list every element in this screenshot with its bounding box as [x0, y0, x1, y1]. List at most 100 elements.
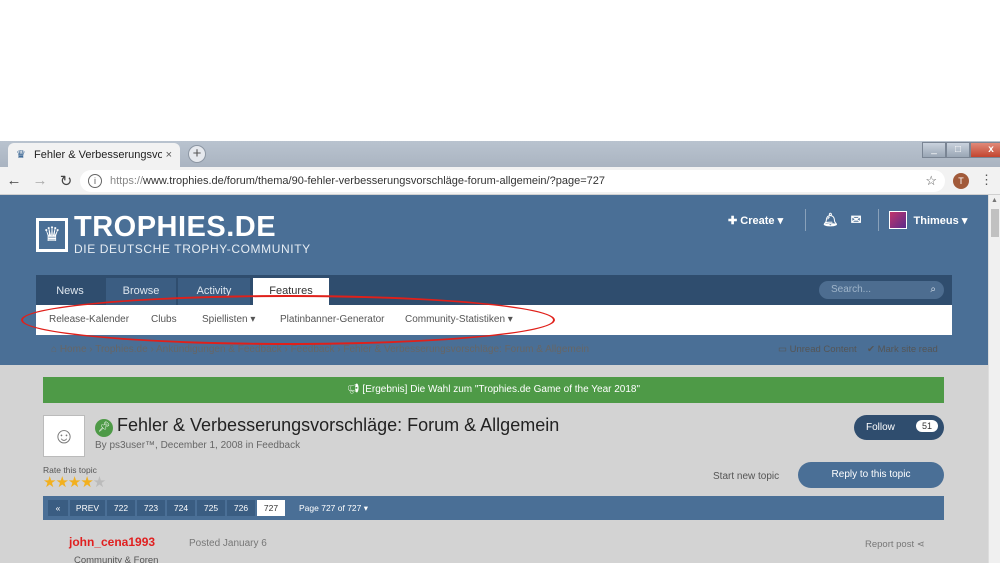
- prev-page-button[interactable]: PREV: [70, 500, 105, 516]
- tab-title: Fehler & Verbesserungsvorschläg: [34, 149, 162, 161]
- share-icon[interactable]: ⋖: [917, 539, 925, 550]
- breadcrumb-current: Fehler & Verbesserungsvorschläge: Forum …: [343, 344, 590, 355]
- subnav-community-statistiken[interactable]: Community-Statistiken ▾: [405, 305, 513, 335]
- topic-meta: By ps3user™, December 1, 2008 in Feedbac…: [95, 440, 301, 451]
- reload-icon[interactable]: ↻: [54, 172, 78, 190]
- half-star-icon: ★: [92, 474, 106, 491]
- logo-subtitle: DIE DEUTSCHE TROPHY-COMMUNITY: [74, 242, 311, 256]
- tab-news[interactable]: News: [36, 278, 104, 305]
- post-author[interactable]: john_cena1993: [69, 535, 155, 549]
- tab-activity[interactable]: Activity: [178, 278, 250, 305]
- url-prefix: https://: [110, 175, 144, 187]
- mark-site-read-link[interactable]: ✔ Mark site read: [867, 344, 938, 355]
- search-placeholder: Search...: [831, 284, 872, 295]
- breadcrumb-home[interactable]: Home: [60, 344, 87, 355]
- trophy-favicon-icon: ♛: [16, 149, 26, 161]
- post-date[interactable]: Posted January 6: [189, 538, 267, 549]
- menu-kebab-icon[interactable]: ⋮: [980, 172, 993, 188]
- site-viewport: ♛ TROPHIES.DE DIE DEUTSCHE TROPHY-COMMUN…: [0, 195, 988, 563]
- subnav-spiellisten[interactable]: Spiellisten ▾: [202, 305, 255, 335]
- window-controls: _ □ x: [922, 142, 1000, 158]
- create-label: Create: [740, 214, 775, 227]
- post-header: john_cena1993 Community & Foren Posted J…: [43, 528, 944, 563]
- follow-label: Follow: [866, 422, 895, 433]
- logo-title: TROPHIES.DE: [74, 211, 277, 243]
- report-label: Report post: [865, 539, 915, 550]
- current-page: 727: [257, 500, 285, 516]
- tab-close-icon[interactable]: ×: [166, 149, 172, 161]
- site-header: ♛ TROPHIES.DE DIE DEUTSCHE TROPHY-COMMUN…: [0, 195, 988, 365]
- start-new-topic-link[interactable]: Start new topic: [713, 471, 779, 482]
- create-button[interactable]: ✚ Create ▾: [728, 214, 783, 227]
- user-avatar[interactable]: [888, 211, 907, 229]
- divider: [805, 209, 807, 231]
- breadcrumb-trophies[interactable]: Trophies.de: [95, 344, 147, 355]
- rating-stars[interactable]: ★★★★★: [43, 473, 106, 491]
- tab-browse[interactable]: Browse: [106, 278, 176, 305]
- user-bar: ✚ Create ▾ 🔔︎ ✉ Thimeus ▾: [728, 209, 967, 231]
- page-info: Page 727 of 727: [299, 503, 362, 513]
- tab-features[interactable]: Features: [253, 278, 329, 305]
- follow-button[interactable]: Follow 51: [854, 415, 944, 440]
- profile-avatar[interactable]: T: [953, 173, 969, 189]
- page-link[interactable]: 723: [137, 500, 165, 516]
- first-page-button[interactable]: «: [48, 500, 68, 516]
- username: Thimeus: [913, 214, 959, 227]
- page-scrollbar[interactable]: ▲: [988, 195, 1000, 563]
- follow-count: 51: [915, 420, 938, 432]
- announcement-text: [Ergebnis] Die Wahl zum "Trophies.de Gam…: [362, 384, 641, 395]
- close-window-icon[interactable]: x: [970, 142, 1000, 158]
- unread-content-link[interactable]: ▭ Unread Content: [778, 344, 857, 355]
- forward-icon[interactable]: →: [28, 172, 52, 189]
- pagination: « PREV 722 723 724 725 726 727 Page 727 …: [43, 496, 944, 520]
- report-post-link[interactable]: Report post ⋖: [865, 539, 925, 550]
- megaphone-icon: 📢︎: [346, 384, 360, 395]
- username-menu[interactable]: Thimeus ▾: [914, 214, 968, 227]
- page-link[interactable]: 724: [167, 500, 195, 516]
- scroll-up-icon[interactable]: ▲: [991, 197, 998, 204]
- breadcrumb-feedback[interactable]: Feedback: [291, 344, 335, 355]
- back-icon[interactable]: ←: [2, 172, 26, 189]
- post-author-role: Community & Foren: [74, 555, 159, 563]
- subnav-spiellisten-label: Spiellisten: [202, 314, 248, 325]
- search-input[interactable]: Search... ⌕: [819, 281, 944, 299]
- topic-title: Fehler & Verbesserungsvorschläge: Forum …: [117, 415, 560, 435]
- maximize-icon[interactable]: □: [946, 142, 970, 158]
- breadcrumb: ⌂ Home › Trophies.de › Ankündigungen & F…: [51, 344, 590, 355]
- search-icon[interactable]: ⌕: [930, 281, 936, 299]
- envelope-icon[interactable]: ✉: [851, 212, 862, 228]
- bell-icon[interactable]: 🔔︎: [822, 212, 839, 228]
- page-link[interactable]: 726: [227, 500, 255, 516]
- site-logo[interactable]: ♛ TROPHIES.DE DIE DEUTSCHE TROPHY-COMMUN…: [36, 213, 311, 256]
- home-icon: ⌂: [51, 344, 58, 355]
- divider: [877, 209, 879, 231]
- browser-tabbar: ♛ Fehler & Verbesserungsvorschläg × +: [0, 141, 1000, 167]
- screenshot-root: ♛ Fehler & Verbesserungsvorschläg × + _ …: [0, 0, 1000, 563]
- subnav-community-label: Community-Statistiken: [405, 314, 506, 325]
- pin-icon: 📌︎: [95, 419, 113, 437]
- blank-area: [0, 0, 1000, 141]
- trophy-logo-icon: ♛: [36, 217, 68, 252]
- info-icon[interactable]: i: [88, 174, 102, 188]
- page-jump-dropdown[interactable]: Page 727 of 727 ▾: [299, 500, 368, 516]
- subnav-release-kalender[interactable]: Release-Kalender: [49, 305, 129, 335]
- topic-author-avatar[interactable]: ☺: [43, 415, 85, 457]
- browser-toolbar: ← → ↻ i https://www.trophies.de/forum/th…: [0, 167, 1000, 195]
- main-nav: News Browse Activity Features Search... …: [36, 275, 952, 305]
- breadcrumb-ankuendigungen[interactable]: Ankündigungen & Feedback: [156, 344, 282, 355]
- address-bar[interactable]: i https://www.trophies.de/forum/thema/90…: [80, 170, 945, 192]
- bookmark-star-icon[interactable]: ☆: [925, 173, 937, 189]
- announcement-banner[interactable]: 📢︎ [Ergebnis] Die Wahl zum "Trophies.de …: [43, 377, 944, 403]
- page-link[interactable]: 722: [107, 500, 135, 516]
- url-main: www.trophies.de/forum/thema/90-fehler-ve…: [143, 175, 605, 187]
- reply-button[interactable]: Reply to this topic: [798, 462, 944, 488]
- new-tab-button[interactable]: +: [188, 145, 206, 163]
- browser-tab[interactable]: ♛ Fehler & Verbesserungsvorschläg ×: [8, 143, 180, 167]
- page-link[interactable]: 725: [197, 500, 225, 516]
- minimize-icon[interactable]: _: [922, 142, 946, 158]
- subnav-platinbanner[interactable]: Platinbanner-Generator: [280, 305, 385, 335]
- sub-nav: Release-Kalender Clubs Spiellisten ▾ Pla…: [36, 305, 952, 335]
- subnav-clubs[interactable]: Clubs: [151, 305, 177, 335]
- unread-content-label: Unread Content: [789, 344, 857, 355]
- scrollbar-thumb[interactable]: [991, 209, 999, 237]
